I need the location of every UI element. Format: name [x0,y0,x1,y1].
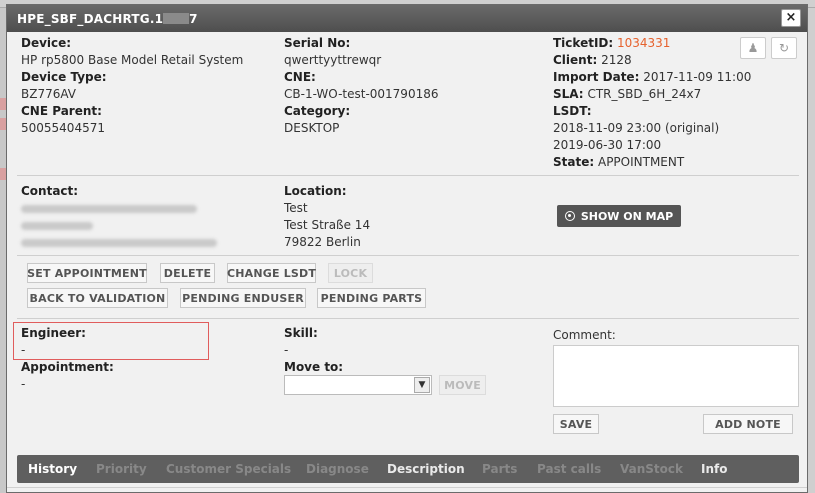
state-label: State: [553,155,595,169]
divider [17,175,799,176]
add-note-button[interactable]: ADD NOTE [703,414,793,434]
client-label: Client: [553,53,598,67]
appointment-label: Appointment: [21,360,114,374]
sla-label: SLA: [553,87,584,101]
ticket-dialog: HPE_SBF_DACHRTG.1 7 × Device: HP rp5800 B… [6,4,808,493]
import-date-label: Import Date: [553,70,640,84]
contact-label: Contact: [21,184,79,198]
client-row: Client: 2128 [553,53,632,67]
dialog-titlebar[interactable]: HPE_SBF_DACHRTG.1 7 × [7,5,807,32]
location-line1: Test [284,201,308,215]
redacted-block [163,13,190,24]
location-line3: 79822 Berlin [284,235,361,249]
state-value: APPOINTMENT [597,155,685,169]
pending-parts-button[interactable]: PENDING PARTS [317,288,426,308]
contact-name-blurred [21,205,197,213]
cne-parent-label: CNE Parent: [21,104,102,118]
device-type-label: Device Type: [21,70,107,84]
set-appointment-button[interactable]: SET APPOINTMENT [27,263,147,283]
sla-row: SLA: CTR_SBD_6H_24x7 [553,87,701,101]
tab-description[interactable]: Description [387,462,465,476]
lsdt-label: LSDT: [553,104,592,118]
tab-diagnose[interactable]: Diagnose [306,462,369,476]
skill-value: - [284,343,289,357]
tab-past-calls[interactable]: Past calls [537,462,601,476]
serial-label: Serial No: [284,36,351,50]
move-to-select[interactable]: ▼ [284,375,432,395]
serial-value: qwerttyyttrewqr [284,53,382,67]
device-type-value: BZ776AV [21,87,77,101]
move-button[interactable]: MOVE [439,375,486,395]
lsdt-current-value: 2019-06-30 17:00 [553,138,662,152]
ticket-id-value: 1034331 [617,36,671,50]
device-value: HP rp5800 Base Model Retail System [21,53,244,67]
cne-label: CNE: [284,70,316,84]
divider [17,318,799,319]
contact-phone-blurred [21,222,93,230]
chevron-down-icon[interactable]: ▼ [414,377,430,393]
divider [17,255,799,256]
category-label: Category: [284,104,351,118]
category-value: DESKTOP [284,121,340,135]
engineer-label: Engineer: [21,326,86,340]
close-button[interactable]: × [781,9,801,27]
background-app-right [808,8,815,493]
cne-parent-value: 50055404571 [21,121,105,135]
change-lsdt-button[interactable]: CHANGE LSDT [227,263,316,283]
show-on-map-button[interactable]: SHOW ON MAP [557,205,681,227]
engineer-value: - [21,343,26,357]
import-date-row: Import Date: 2017-11-09 11:00 [553,70,751,84]
tab-customer-specials[interactable]: Customer Specials [166,462,291,476]
divider [7,487,807,488]
sla-value: CTR_SBD_6H_24x7 [587,87,702,101]
tab-info[interactable]: Info [701,462,727,476]
import-date-value: 2017-11-09 11:00 [643,70,752,84]
back-to-validation-button[interactable]: BACK TO VALIDATION [27,288,168,308]
refresh-button[interactable]: ↻ [771,37,797,59]
move-to-label: Move to: [284,360,344,374]
comment-label: Comment: [553,328,616,342]
location-label: Location: [284,184,347,198]
delete-button[interactable]: DELETE [160,263,215,283]
map-pin-icon [564,211,575,221]
client-value: 2128 [601,53,632,67]
tab-priority[interactable]: Priority [96,462,147,476]
lsdt-original-value: 2018-11-09 23:00 (original) [553,121,720,135]
skill-label: Skill: [284,326,318,340]
lock-button[interactable]: LOCK [328,263,373,283]
refresh-icon: ↻ [778,41,790,55]
pending-enduser-button[interactable]: PENDING ENDUSER [180,288,306,308]
save-button[interactable]: SAVE [553,414,599,434]
appointment-value: - [21,377,26,391]
contact-email-blurred [21,239,217,247]
state-row: State: APPOINTMENT [553,155,684,169]
dialog-title: HPE_SBF_DACHRTG.1 7 [17,12,198,26]
user-icon: ♟ [747,41,759,55]
assign-user-button[interactable]: ♟ [740,37,766,59]
ticket-id-label: TicketID: [553,36,614,50]
ticket-id-row: TicketID: 1034331 [553,36,670,50]
show-on-map-label: SHOW ON MAP [580,209,674,223]
cne-value: CB-1-WO-test-001790186 [284,87,439,101]
tab-parts[interactable]: Parts [482,462,517,476]
tab-vanstock[interactable]: VanStock [620,462,683,476]
tab-history[interactable]: History [28,462,77,476]
device-label: Device: [21,36,72,50]
comment-textarea[interactable] [553,345,799,407]
tab-bar: History Priority Customer Specials Diagn… [17,455,799,483]
location-line2: Test Straße 14 [284,218,371,232]
